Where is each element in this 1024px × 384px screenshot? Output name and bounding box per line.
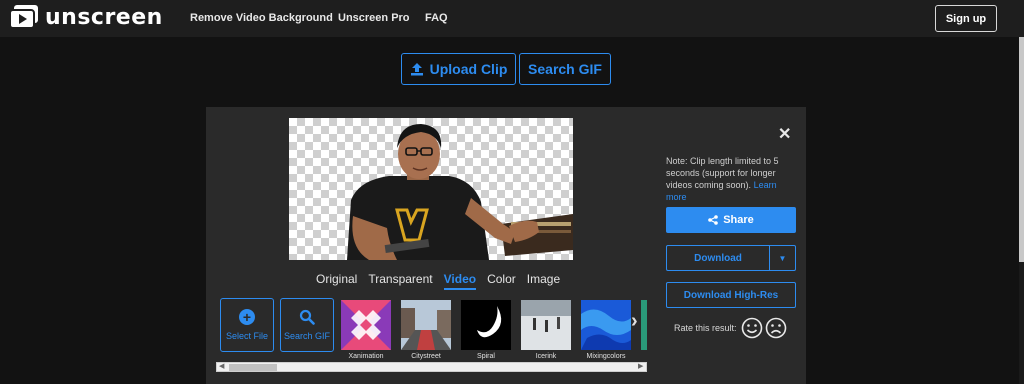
- tab-original[interactable]: Original: [316, 272, 357, 290]
- result-panel: ✕ Original Transparent Video Color Image…: [206, 107, 806, 384]
- download-high-res-button[interactable]: Download High-Res: [666, 282, 796, 308]
- search-gif-button[interactable]: Search GIF: [519, 53, 611, 85]
- tab-transparent[interactable]: Transparent: [368, 272, 432, 290]
- thumbnail-scrollbar[interactable]: ◀ ▶: [216, 362, 647, 372]
- page-scrollbar-thumb[interactable]: [1019, 37, 1024, 262]
- upload-icon: [410, 63, 423, 76]
- upload-clip-button[interactable]: Upload Clip: [401, 53, 516, 85]
- download-button[interactable]: Download: [666, 245, 770, 271]
- background-label-spiral: Spiral: [477, 353, 495, 360]
- select-file-label: Select File: [225, 331, 269, 341]
- scroll-left-icon[interactable]: ◀: [219, 362, 224, 370]
- tab-image[interactable]: Image: [527, 272, 560, 290]
- background-thumb-icerink[interactable]: [521, 300, 571, 350]
- frowny-face-icon[interactable]: [765, 317, 787, 339]
- nav-link-faq[interactable]: FAQ: [425, 12, 448, 24]
- search-icon: [299, 309, 315, 325]
- upload-clip-label: Upload Clip: [429, 61, 508, 77]
- top-nav: unscreen Remove Video Background Unscree…: [0, 0, 1024, 37]
- logo[interactable]: unscreen: [9, 4, 163, 30]
- background-label-icerink: Icerink: [535, 353, 557, 360]
- sign-up-button[interactable]: Sign up: [935, 5, 997, 32]
- background-thumb-mixingcolors[interactable]: [581, 300, 631, 350]
- tab-color[interactable]: Color: [487, 272, 516, 290]
- thumbnail-scrollbar-thumb[interactable]: [229, 364, 277, 371]
- background-label-mixingcolors: Mixingcolors: [586, 353, 626, 360]
- rate-result-label: Rate this result:: [674, 323, 737, 333]
- icerink-thumbnail: [521, 300, 571, 350]
- share-icon: [708, 215, 719, 225]
- background-label-xanimation: Xanimation: [348, 353, 384, 360]
- video-preview: [289, 118, 573, 260]
- select-file-button[interactable]: + Select File: [220, 298, 274, 352]
- preview-tabs: Original Transparent Video Color Image: [316, 272, 571, 290]
- spiral-thumbnail: [461, 300, 511, 350]
- background-thumb-spiral[interactable]: [461, 300, 511, 350]
- scroll-right-icon[interactable]: ▶: [638, 362, 643, 370]
- logo-text: unscreen: [45, 4, 163, 30]
- nav-link-remove-video-background[interactable]: Remove Video Background: [190, 12, 333, 24]
- smiley-face-icon[interactable]: [741, 317, 763, 339]
- search-gif-background-button[interactable]: Search GIF: [280, 298, 334, 352]
- plus-circle-icon: +: [239, 309, 255, 325]
- background-thumb-partial[interactable]: [641, 300, 647, 350]
- background-thumb-citystreet[interactable]: [401, 300, 451, 350]
- nav-link-unscreen-pro[interactable]: Unscreen Pro: [338, 12, 410, 24]
- citystreet-thumbnail: [401, 300, 451, 350]
- page-scrollbar[interactable]: [1019, 37, 1024, 384]
- person-cutout-image: [347, 124, 573, 260]
- mixingcolors-thumbnail: [581, 300, 631, 350]
- download-options-caret-icon[interactable]: ▼: [769, 245, 796, 271]
- chevron-right-icon[interactable]: ›: [631, 310, 638, 333]
- background-label-citystreet: Citystreet: [411, 353, 441, 360]
- clip-length-note: Note: Clip length limited to 5 seconds (…: [666, 155, 798, 203]
- background-thumb-xanimation[interactable]: [341, 300, 391, 350]
- share-button[interactable]: Share: [666, 207, 796, 233]
- xanimation-thumbnail: [341, 300, 391, 350]
- share-label: Share: [723, 214, 754, 226]
- tab-video[interactable]: Video: [443, 272, 477, 290]
- close-icon[interactable]: ✕: [778, 124, 791, 144]
- partial-thumbnail: [641, 300, 647, 350]
- unscreen-logo-icon: [9, 5, 38, 29]
- search-gif-background-label: Search GIF: [283, 331, 330, 341]
